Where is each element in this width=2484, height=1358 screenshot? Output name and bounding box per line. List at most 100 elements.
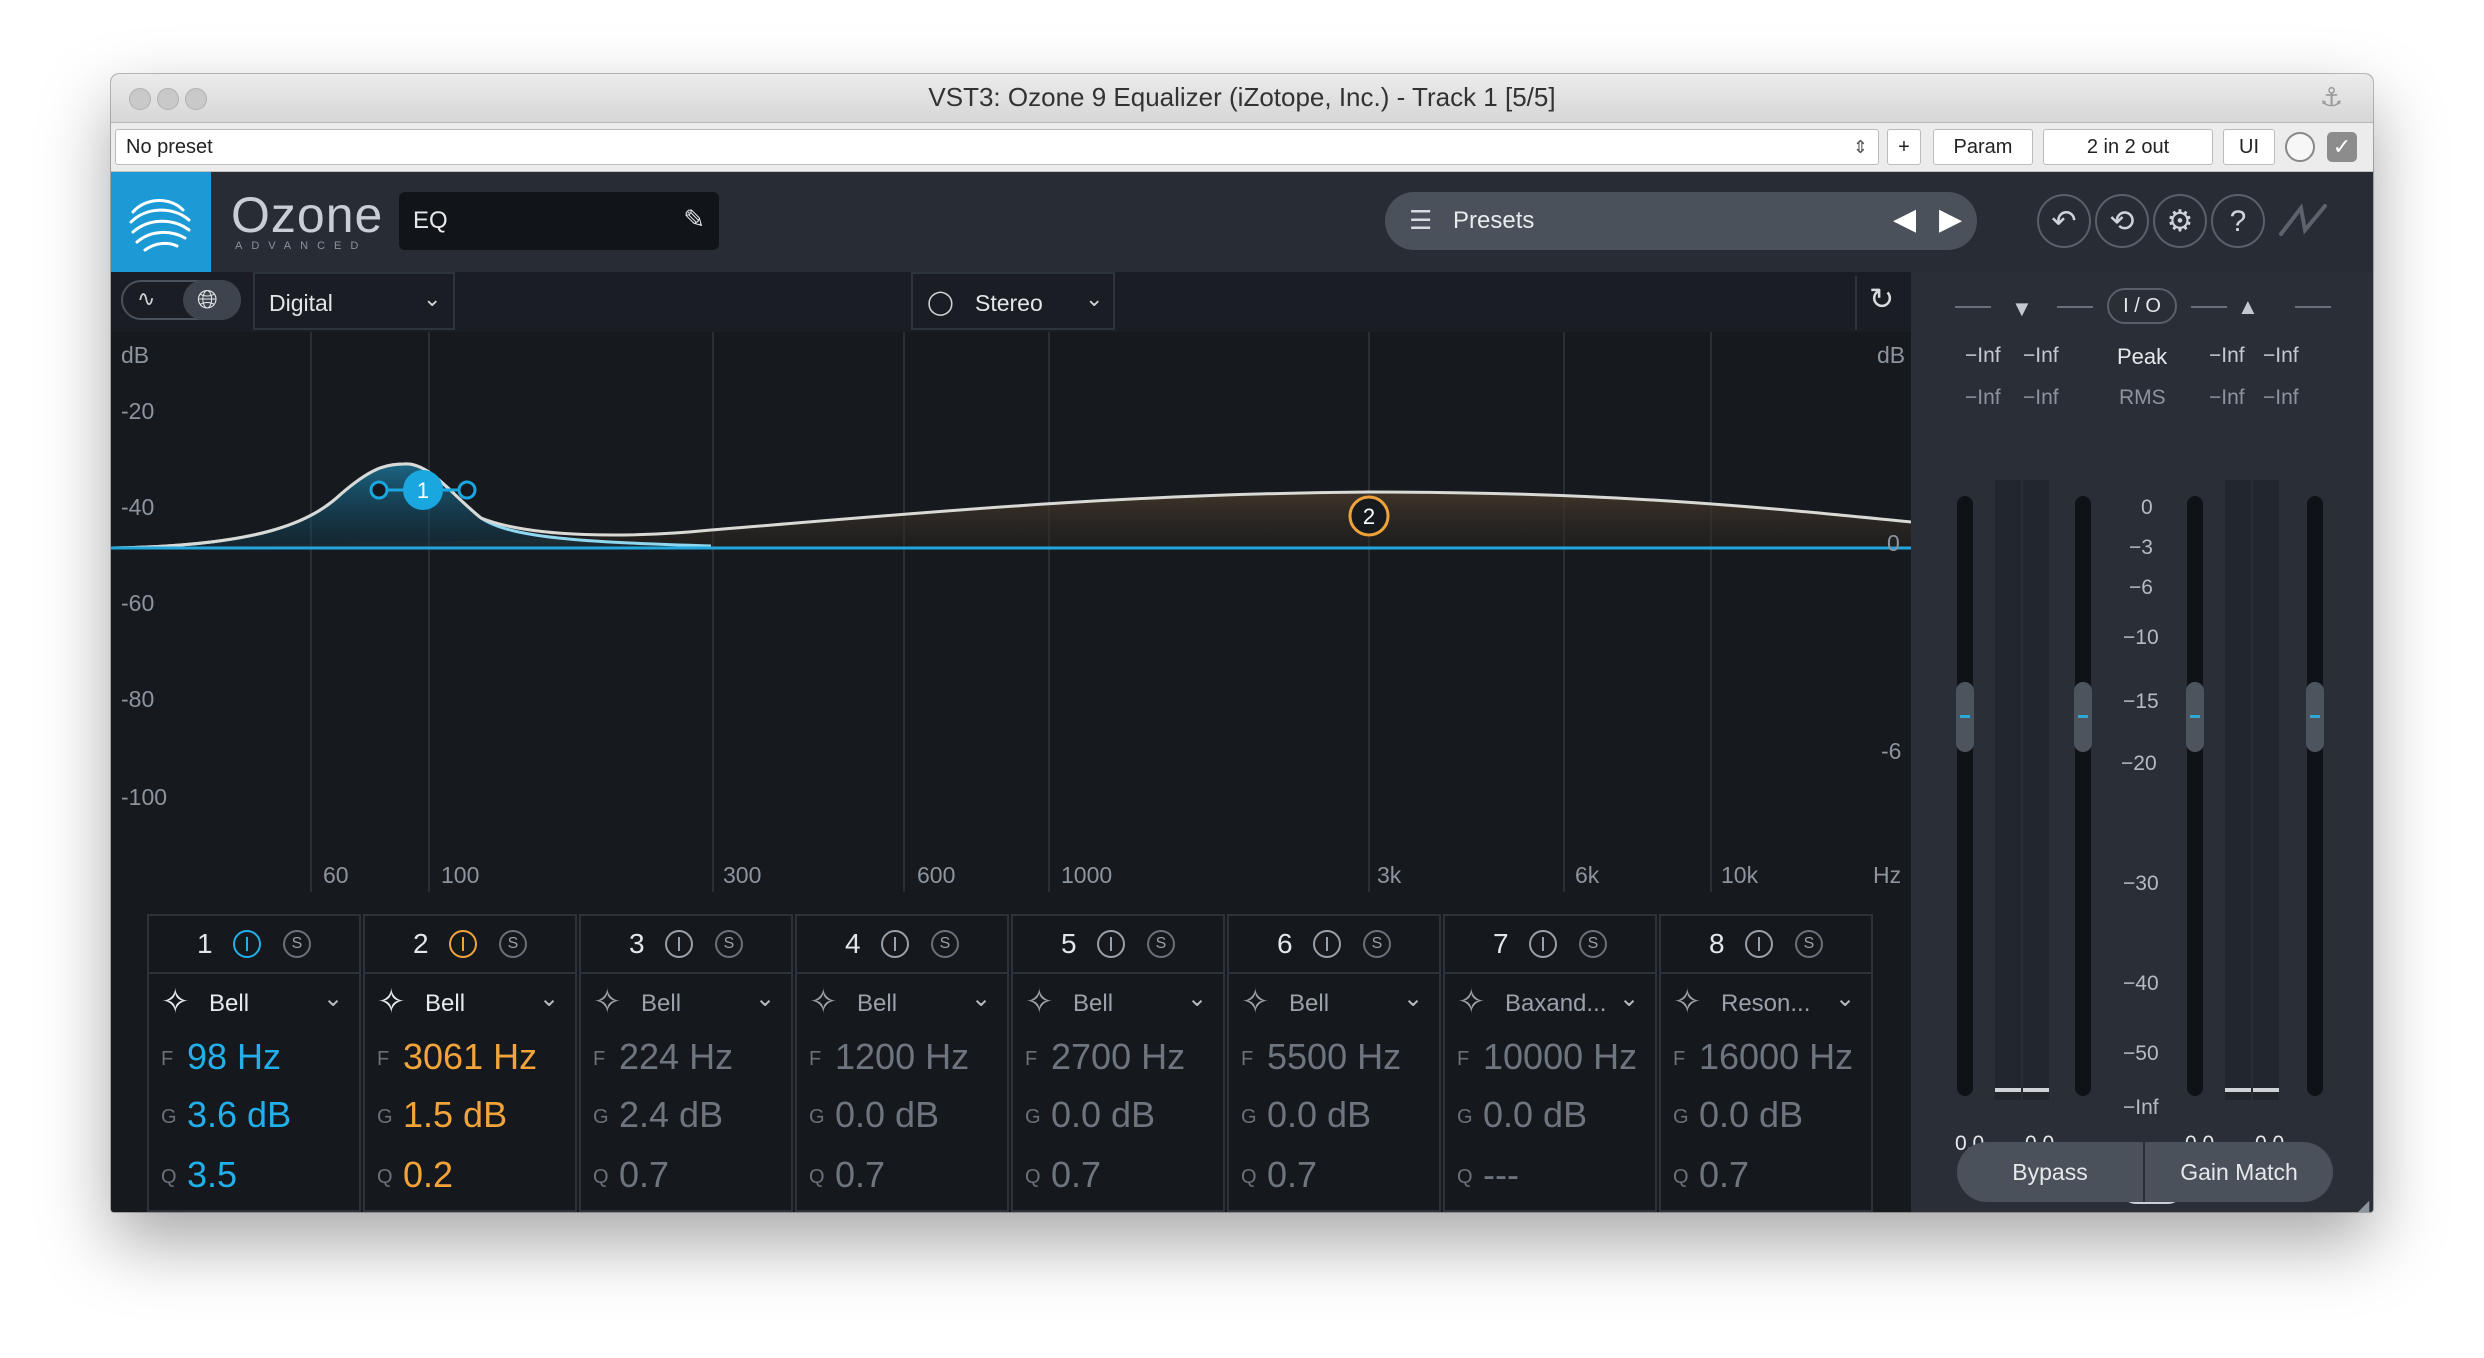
input-fader-track-left[interactable]: [1957, 496, 1973, 1096]
preset-select[interactable]: No preset ⇕: [115, 129, 1879, 165]
band-gain[interactable]: 0.0 dB: [1699, 1094, 1803, 1136]
band-solo-button[interactable]: S: [283, 930, 311, 958]
triangle-up-icon[interactable]: ▲: [2237, 294, 2259, 320]
band-type-select[interactable]: Bell: [1073, 990, 1113, 1018]
band-type-select[interactable]: Baxand...: [1505, 990, 1606, 1018]
band-type-select[interactable]: Bell: [641, 990, 681, 1018]
band-gain[interactable]: 0.0 dB: [1483, 1094, 1587, 1136]
triangle-down-icon[interactable]: ▼: [2011, 296, 2033, 322]
band-type-select[interactable]: Bell: [857, 990, 897, 1018]
band-gain[interactable]: 1.5 dB: [403, 1094, 507, 1136]
band-q[interactable]: 0.7: [835, 1154, 885, 1196]
band-q[interactable]: 3.5: [187, 1154, 237, 1196]
eq-graph[interactable]: 1 2 dB dB -20 -40 -60 -80 -100 0 -6 60 1…: [111, 332, 1911, 892]
band-enable-icon[interactable]: [1097, 930, 1125, 958]
band-gain[interactable]: 0.0 dB: [1267, 1094, 1371, 1136]
band-type-select[interactable]: Bell: [209, 990, 249, 1018]
band-enable-icon[interactable]: [233, 930, 261, 958]
chevron-down-icon[interactable]: ⌄: [539, 984, 559, 1013]
output-fader-track-right[interactable]: [2307, 496, 2323, 1096]
band-q[interactable]: ---: [1483, 1154, 1519, 1196]
history-icon[interactable]: ⟲: [2095, 194, 2149, 248]
band-enable-icon[interactable]: [449, 930, 477, 958]
previous-preset-icon[interactable]: ◀: [1893, 202, 1916, 237]
band-solo-button[interactable]: S: [1363, 930, 1391, 958]
resize-grip-icon[interactable]: ◢: [2357, 1196, 2369, 1212]
pin-icon[interactable]: ⚓︎: [2320, 82, 2343, 113]
band-type-select[interactable]: Bell: [1289, 990, 1329, 1018]
band-enable-icon[interactable]: [1529, 930, 1557, 958]
io-button[interactable]: I / O: [2107, 288, 2177, 324]
band-type-select[interactable]: Bell: [425, 990, 465, 1018]
band-frequency[interactable]: 10000 Hz: [1483, 1036, 1637, 1078]
band-frequency[interactable]: 16000 Hz: [1699, 1036, 1853, 1078]
param-button[interactable]: Param: [1933, 129, 2033, 165]
globe-icon[interactable]: 🌐︎: [197, 284, 218, 316]
chevron-down-icon[interactable]: ⌄: [971, 984, 991, 1013]
band-q[interactable]: 0.7: [1267, 1154, 1317, 1196]
band-solo-button[interactable]: S: [1795, 930, 1823, 958]
band-enable-icon[interactable]: [1745, 930, 1773, 958]
routing-button[interactable]: 2 in 2 out: [2043, 129, 2213, 165]
output-fader-handle-left[interactable]: [2186, 682, 2204, 752]
channel-select[interactable]: ◯ Stereo ⌄: [911, 272, 1115, 330]
undo-icon[interactable]: ↶: [2037, 194, 2091, 248]
pencil-icon[interactable]: ✎: [683, 204, 705, 235]
curve-view-icon[interactable]: ∿: [137, 286, 155, 312]
band-number: 7: [1493, 928, 1509, 959]
settings-gear-icon[interactable]: ⚙: [2153, 194, 2207, 248]
band-frequency[interactable]: 3061 Hz: [403, 1036, 537, 1078]
presets-bar[interactable]: ☰ Presets ◀ ▶: [1385, 192, 1977, 250]
chevron-down-icon[interactable]: ⌄: [1187, 984, 1207, 1013]
band-gain[interactable]: 3.6 dB: [187, 1094, 291, 1136]
input-fader-track-right[interactable]: [2075, 496, 2091, 1096]
chevron-down-icon[interactable]: ⌄: [323, 984, 343, 1013]
chevron-down-icon[interactable]: ⌄: [755, 984, 775, 1013]
mode-select[interactable]: Digital ⌄: [253, 272, 455, 330]
band-solo-button[interactable]: S: [931, 930, 959, 958]
mix-knob[interactable]: [2285, 132, 2315, 162]
band-frequency[interactable]: 5500 Hz: [1267, 1036, 1401, 1078]
band-solo-button[interactable]: S: [1579, 930, 1607, 958]
band-solo-button[interactable]: S: [715, 930, 743, 958]
band-frequency[interactable]: 224 Hz: [619, 1036, 733, 1078]
refresh-icon[interactable]: ↻: [1869, 282, 1894, 317]
band-q[interactable]: 0.7: [1051, 1154, 1101, 1196]
enable-checkbox[interactable]: ✓: [2327, 132, 2357, 162]
db-left-label: dB: [121, 342, 150, 368]
band-type-select[interactable]: Reson...: [1721, 990, 1810, 1018]
output-fader-track-left[interactable]: [2187, 496, 2203, 1096]
listen-toggle[interactable]: ↻: [1855, 276, 1909, 330]
gain-match-button[interactable]: Gain Match: [2145, 1142, 2333, 1202]
band-frequency[interactable]: 2700 Hz: [1051, 1036, 1185, 1078]
ui-button[interactable]: UI: [2223, 129, 2275, 165]
view-toggle[interactable]: ∿ 🌐︎: [121, 280, 241, 320]
band-1-q-handle-left[interactable]: [369, 480, 389, 500]
band-q[interactable]: 0.7: [1699, 1154, 1749, 1196]
band-enable-icon[interactable]: [665, 930, 693, 958]
band-gain[interactable]: 0.0 dB: [1051, 1094, 1155, 1136]
band-q[interactable]: 0.7: [619, 1154, 669, 1196]
chevron-down-icon[interactable]: ⌄: [1403, 984, 1423, 1013]
band-frequency[interactable]: 98 Hz: [187, 1036, 281, 1078]
bypass-button[interactable]: Bypass: [1957, 1142, 2143, 1202]
module-name-field[interactable]: EQ ✎: [399, 192, 719, 250]
eq-curve-canvas[interactable]: 1 2: [111, 332, 1911, 892]
input-fader-handle-right[interactable]: [2074, 682, 2092, 752]
next-preset-icon[interactable]: ▶: [1939, 202, 1962, 237]
chevron-down-icon[interactable]: ⌄: [1619, 984, 1639, 1013]
band-frequency[interactable]: 1200 Hz: [835, 1036, 969, 1078]
band-solo-button[interactable]: S: [499, 930, 527, 958]
add-preset-button[interactable]: +: [1887, 129, 1921, 165]
band-gain[interactable]: 0.0 dB: [835, 1094, 939, 1136]
band-q[interactable]: 0.2: [403, 1154, 453, 1196]
band-enable-icon[interactable]: [881, 930, 909, 958]
input-fader-handle-left[interactable]: [1956, 682, 1974, 752]
band-1-q-handle-right[interactable]: [457, 480, 477, 500]
band-solo-button[interactable]: S: [1147, 930, 1175, 958]
output-fader-handle-right[interactable]: [2306, 682, 2324, 752]
band-gain[interactable]: 2.4 dB: [619, 1094, 723, 1136]
chevron-down-icon[interactable]: ⌄: [1835, 984, 1855, 1013]
band-enable-icon[interactable]: [1313, 930, 1341, 958]
help-button[interactable]: ?: [2211, 194, 2265, 248]
